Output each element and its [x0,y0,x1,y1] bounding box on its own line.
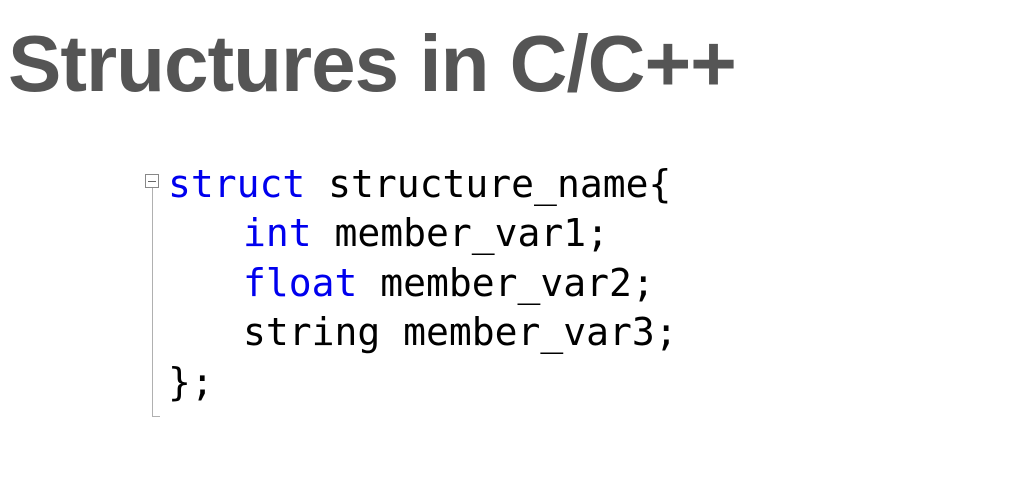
keyword-int: int [243,211,312,255]
code-line-1: struct structure_name{ [168,160,678,209]
page-title: Structures in C/C++ [8,18,736,110]
code-text: member_var1; [312,211,609,255]
fold-line [152,188,153,416]
fold-gutter [142,160,162,407]
code-text: string member_var3; [243,310,678,354]
keyword-float: float [243,261,357,305]
code-line-4: string member_var3; [168,308,678,357]
code-line-5: }; [168,358,678,407]
code-text: }; [168,360,214,404]
code-line-3: float member_var2; [168,259,678,308]
fold-toggle[interactable] [145,174,159,188]
code-block: struct structure_name{ int member_var1; … [168,160,678,407]
keyword-struct: struct [168,162,305,206]
fold-end [152,416,160,417]
code-text: structure_name{ [305,162,671,206]
code-text: member_var2; [357,261,654,305]
minus-icon [148,181,156,182]
code-line-2: int member_var1; [168,209,678,258]
